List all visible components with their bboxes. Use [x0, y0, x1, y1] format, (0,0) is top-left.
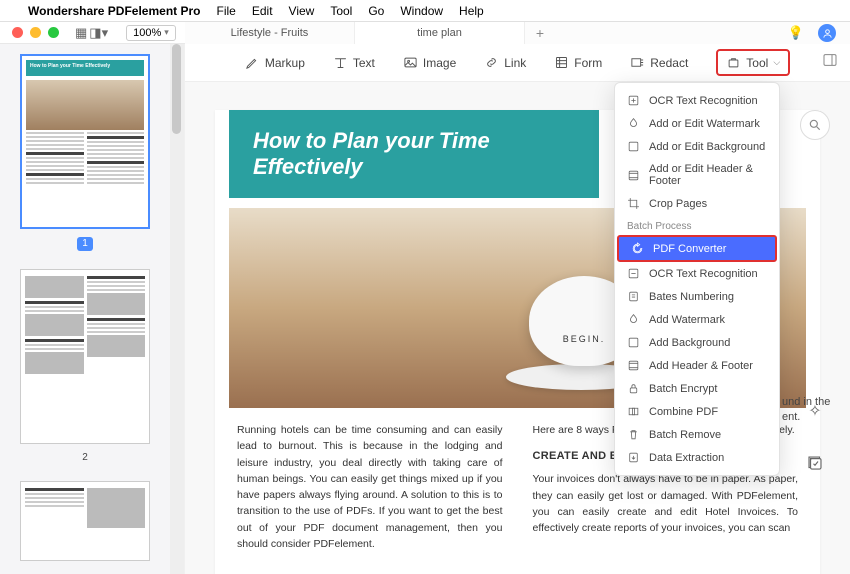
- dd-add-watermark[interactable]: Add Watermark: [615, 308, 779, 331]
- link-label: Link: [504, 56, 526, 70]
- tool-dropdown-menu: OCR Text Recognition Add or Edit Waterma…: [614, 82, 780, 476]
- dd-batch-remove[interactable]: Batch Remove: [615, 423, 779, 446]
- dd-section-label: Batch Process: [615, 215, 779, 235]
- menu-view[interactable]: View: [289, 4, 315, 18]
- fullscreen-window-button[interactable]: [48, 27, 59, 38]
- scrollbar-thumb[interactable]: [172, 44, 181, 134]
- redact-label: Redact: [650, 56, 688, 70]
- tab-time-plan[interactable]: time plan: [355, 22, 525, 44]
- link-tool[interactable]: Link: [484, 55, 526, 70]
- menu-edit[interactable]: Edit: [252, 4, 273, 18]
- dd-add-background[interactable]: Add Background: [615, 331, 779, 354]
- markup-tool[interactable]: Markup: [245, 55, 305, 70]
- right-text-fragment: und in the ent.: [782, 395, 842, 426]
- tool-dropdown-button[interactable]: Tool ⌵: [716, 49, 790, 76]
- user-avatar[interactable]: [818, 24, 836, 42]
- panel-toggle-icon[interactable]: [822, 52, 838, 73]
- grid-view-icon[interactable]: ▦: [75, 25, 87, 41]
- close-window-button[interactable]: [12, 27, 23, 38]
- app-name[interactable]: Wondershare PDFelement Pro: [28, 4, 201, 18]
- zoom-selector[interactable]: 100% ▾: [126, 25, 176, 41]
- col2-body: Your invoices don't always have to be in…: [533, 471, 799, 536]
- image-tool[interactable]: Image: [403, 55, 456, 70]
- redact-tool[interactable]: Redact: [630, 55, 688, 70]
- form-tool[interactable]: Form: [554, 55, 602, 70]
- menu-help[interactable]: Help: [459, 4, 484, 18]
- dd-crop-pages[interactable]: Crop Pages: [615, 192, 779, 215]
- body-column-1: Running hotels can be time consuming and…: [237, 422, 503, 552]
- page-number-1: 1: [77, 237, 93, 251]
- dd-add-edit-header-footer[interactable]: Add or Edit Header & Footer: [615, 158, 779, 192]
- page-thumbnail-2[interactable]: [20, 269, 150, 444]
- minimize-window-button[interactable]: [30, 27, 41, 38]
- view-mode-toggle[interactable]: ▦ ◨▾: [75, 25, 108, 41]
- main-toolbar: Markup Text Image Link Form Redact Tool …: [185, 44, 850, 82]
- dd-ocr-text-recognition[interactable]: OCR Text Recognition: [615, 89, 779, 112]
- add-tab-button[interactable]: +: [525, 25, 555, 41]
- thumbnail-sidebar: How to Plan your Time Effectively 1 2: [0, 44, 170, 574]
- search-button[interactable]: [800, 110, 830, 140]
- image-label: Image: [423, 56, 456, 70]
- form-label: Form: [574, 56, 602, 70]
- dd-data-extraction[interactable]: Data Extraction: [615, 446, 779, 469]
- dd-batch-encrypt[interactable]: Batch Encrypt: [615, 377, 779, 400]
- sidebar-toggle-icon[interactable]: ◨▾: [89, 25, 108, 41]
- traffic-lights: [12, 27, 59, 38]
- document-tabbar: Lifestyle - Fruits time plan + 💡: [185, 22, 850, 44]
- checkbox-stack-icon[interactable]: [804, 452, 826, 474]
- dd-add-edit-watermark[interactable]: Add or Edit Watermark: [615, 112, 779, 135]
- tab-lifestyle-fruits[interactable]: Lifestyle - Fruits: [185, 22, 355, 44]
- text-label: Text: [353, 56, 375, 70]
- sidebar-scrollbar[interactable]: [170, 44, 184, 574]
- page-thumbnail-3[interactable]: [20, 481, 150, 561]
- text-tool[interactable]: Text: [333, 55, 375, 70]
- dd-add-header-footer[interactable]: Add Header & Footer: [615, 354, 779, 377]
- lightbulb-icon[interactable]: 💡: [788, 25, 804, 41]
- dd-add-edit-background[interactable]: Add or Edit Background: [615, 135, 779, 158]
- dd-combine-pdf[interactable]: Combine PDF: [615, 400, 779, 423]
- menu-window[interactable]: Window: [400, 4, 443, 18]
- chevron-down-icon: ⌵: [773, 57, 780, 68]
- chevron-down-icon: ▾: [164, 27, 169, 38]
- macos-menubar: Wondershare PDFelement Pro File Edit Vie…: [0, 0, 850, 22]
- menu-go[interactable]: Go: [368, 4, 384, 18]
- thumb-hero-image: [26, 80, 144, 130]
- dd-pdf-converter[interactable]: PDF Converter: [617, 235, 777, 262]
- page-number-2: 2: [12, 452, 158, 463]
- document-title-banner: How to Plan your Time Effectively: [229, 110, 599, 198]
- tool-label: Tool: [746, 56, 768, 70]
- markup-label: Markup: [265, 56, 305, 70]
- dd-bates-numbering[interactable]: Bates Numbering: [615, 285, 779, 308]
- menu-tool[interactable]: Tool: [330, 4, 352, 18]
- menu-file[interactable]: File: [217, 4, 236, 18]
- dd-batch-ocr[interactable]: OCR Text Recognition: [615, 262, 779, 285]
- page-thumbnail-1[interactable]: How to Plan your Time Effectively: [20, 54, 150, 229]
- zoom-value: 100%: [133, 27, 161, 39]
- thumb-banner: How to Plan your Time Effectively: [26, 60, 144, 76]
